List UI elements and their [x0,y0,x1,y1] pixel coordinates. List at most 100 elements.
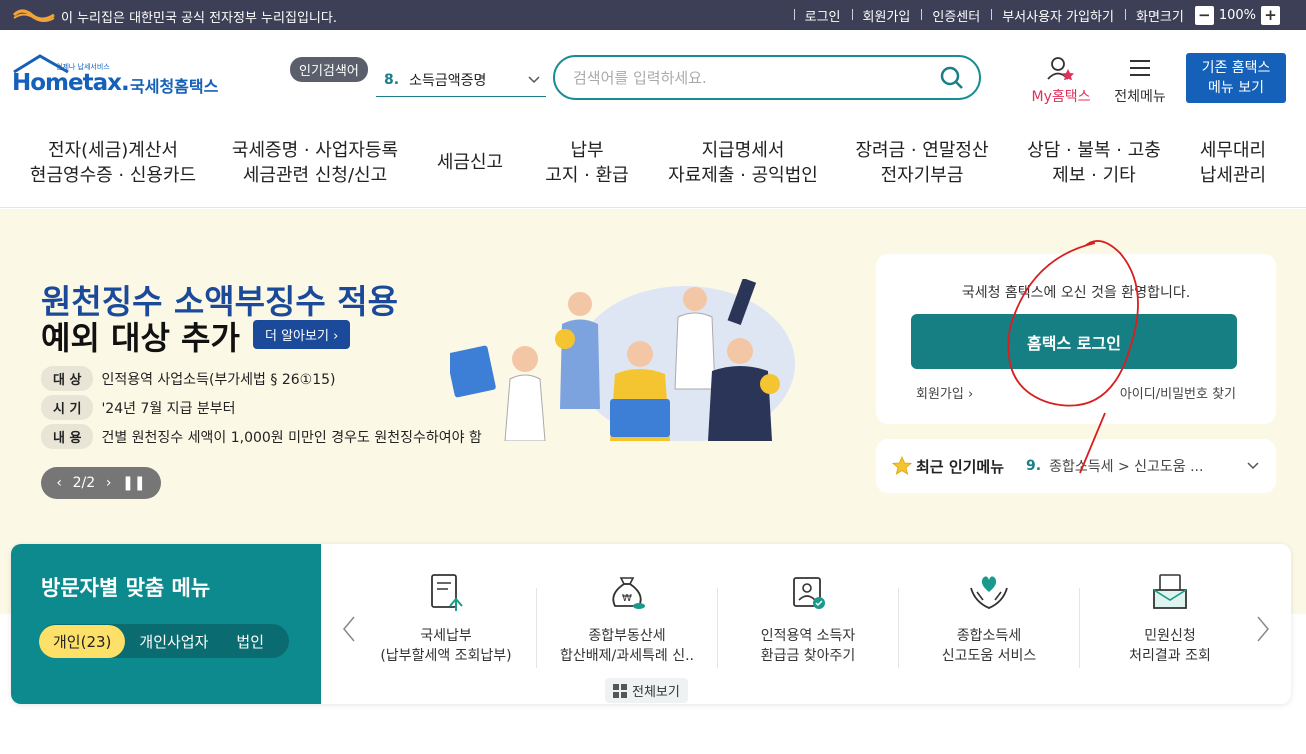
popular-rank: 8. [384,71,400,88]
nav-line1: 지급명세서 [701,140,785,161]
nav-line2: 현금영수증 · 신용카드 [29,165,197,186]
svg-text:₩: ₩ [622,593,632,604]
tab-corporation[interactable]: 법인 [222,625,278,658]
search-input[interactable] [573,68,939,87]
visitor-tabs: 개인(23) 개인사업자 법인 [39,624,289,658]
hometax-login-button[interactable]: 홈택스 로그인 [911,314,1237,369]
card-income-tax-help[interactable]: 종합소득세 신고도움 서비스 [899,572,1079,666]
slide-counter: 2/2 [72,475,96,491]
gov-topbar: 이 누리집은 대한민국 공식 전자정부 누리집입니다. 로그인 회원가입 인증센… [0,0,1306,30]
nav-line1: 납부 [570,140,604,161]
nav-tax-agent[interactable]: 세무대리 납세관리 [1200,138,1266,188]
user-icon [1047,57,1074,81]
welcome-text: 국세청 홈택스에 오신 것을 환영합니다. [961,285,1191,301]
info-row-period: 시 기 '24년 7월 지급 분부터 [41,395,236,420]
carousel-next-icon[interactable] [1253,614,1273,644]
card-comprehensive-property-tax[interactable]: ₩ 종합부동산세 합산배제/과세특례 신.. [537,572,717,666]
office-workers-illustration [450,279,795,441]
next-slide-button[interactable]: › [106,475,112,491]
hero-title-line2: 예외 대상 추가 [41,319,240,357]
tab-sole-proprietor[interactable]: 개인사업자 [125,625,222,658]
popular-term: 소득금액증명 [409,72,487,89]
card-line2: 합산배제/과세특례 신.. [560,648,694,664]
pause-button[interactable]: ❚❚ [122,475,145,491]
cert-center-link[interactable]: 인증센터 [921,6,991,25]
visitor-menu-header: 방문자별 맞춤 메뉴 개인(23) 개인사업자 법인 [11,544,321,704]
dept-user-join-link[interactable]: 부서사용자 가입하기 [991,6,1125,25]
search-icon[interactable] [939,65,965,91]
document-upload-icon [431,574,463,611]
nav-incentive[interactable]: 장려금 · 연말정산 전자기부금 [855,138,988,188]
card-line1: 국세납부 [420,628,472,644]
nav-line2: 자료제출 · 공익법인 [668,165,818,186]
learn-more-button[interactable]: 더 알아보기 › [253,320,351,349]
nav-consult[interactable]: 상담 · 불복 · 고충 제보 · 기타 [1027,138,1161,188]
hometax-logo[interactable]: 언제나 납세서비스 Hometax. 국세청홈택스 [12,54,227,104]
all-menu-button[interactable]: 전체메뉴 [1108,56,1172,106]
info-tag: 내 용 [41,424,94,449]
card-tax-payment[interactable]: 국세납부 (납부할세액 조회납부) [356,572,536,666]
info-text: '24년 7월 지급 분부터 [101,400,236,417]
info-tag: 시 기 [41,395,94,420]
info-row-content: 내 용 건별 원천징수 세액이 1,000원 미만인 경우도 원천징수하여야 함 [41,424,482,449]
nav-line1: 세금신고 [436,152,504,173]
nav-line1: 전자(세금)계산서 [48,140,178,161]
nav-line2: 고지 · 환급 [545,165,629,186]
find-id-password-link[interactable]: 아이디/비밀번호 찾기 [1120,383,1236,402]
signup-link[interactable]: 회원가입 › [916,383,973,402]
zoom-in-button[interactable]: + [1261,5,1280,25]
money-bag-icon: ₩ [612,577,645,609]
info-text: 건별 원천징수 세액이 1,000원 미만인 경우도 원천징수하여야 함 [101,429,482,446]
login-link[interactable]: 로그인 [793,6,852,25]
nav-tax-report[interactable]: 세금신고 [437,150,503,175]
old-btn-line2: 메뉴 보기 [1208,80,1264,96]
card-civil-petition[interactable]: 민원신청 처리결과 조회 [1080,572,1260,666]
my-label: My [1031,89,1052,105]
card-line1: 민원신청 [1144,628,1196,644]
logo-main-text: Hometax. [12,70,130,96]
chevron-down-icon[interactable] [1246,458,1260,472]
nav-line1: 국세증명 · 사업자등록 [231,140,399,161]
view-all-button[interactable]: 전체보기 [605,678,688,703]
hometax-label: 홈택스 [1051,89,1091,105]
heart-hands-icon [970,576,1008,609]
nav-line1: 장려금 · 연말정산 [855,140,989,161]
card-line1: 인적용역 소득자 [760,628,856,644]
user-badge-icon [793,577,825,609]
logo-korean-text: 국세청홈택스 [130,77,219,96]
info-text: 인적용역 사업소득(부가세법 § 26①15) [101,371,336,388]
chevron-down-icon [528,76,540,84]
hamburger-icon [1130,60,1150,76]
login-panel: 국세청 홈택스에 오신 것을 환영합니다. 홈택스 로그인 회원가입 › 아이디… [876,254,1276,424]
recent-title: 최근 인기메뉴 [916,457,1005,476]
nav-line1: 상담 · 불복 · 고충 [1027,140,1161,161]
popular-search-select[interactable]: 8. 소득금액증명 [376,63,546,97]
banner-pager: ‹ 2/2 › ❚❚ [41,467,161,499]
old-hometax-menu-button[interactable]: 기존 홈택스 메뉴 보기 [1186,53,1286,103]
zoom-value: 100% [1218,7,1256,23]
zoom-out-button[interactable]: − [1194,5,1214,25]
recent-rank: 9. [1026,458,1042,474]
nav-certificate[interactable]: 국세증명 · 사업자등록 세금관련 신청/신고 [232,138,398,188]
site-header: 언제나 납세서비스 Hometax. 국세청홈택스 인기검색어 8. 소득금액증… [0,30,1306,122]
nav-line1: 세무대리 [1199,140,1267,161]
nav-e-invoice[interactable]: 전자(세금)계산서 현금영수증 · 신용카드 [30,138,196,188]
nav-payment[interactable]: 납부 고지 · 환급 [545,138,628,188]
search-bar [553,55,981,100]
tab-individual[interactable]: 개인(23) [39,624,126,658]
card-line2: (납부할세액 조회납부) [380,648,512,664]
gov-notice: 이 누리집은 대한민국 공식 전자정부 누리집입니다. [61,11,337,26]
join-link[interactable]: 회원가입 [851,6,922,25]
grid-icon [613,683,627,698]
info-tag: 대 상 [41,366,94,391]
prev-slide-button[interactable]: ‹ [56,475,62,491]
utility-links: 로그인 회원가입 인증센터 부서사용자 가입하기 화면크기 − 100% + [793,0,1280,30]
card-line2: 환급금 찾아주기 [760,648,856,664]
screen-size-label: 화면크기 [1124,6,1195,25]
card-refund-finder[interactable]: 인적용역 소득자 환급금 찾아주기 [718,572,898,666]
my-hometax-button[interactable]: My홈택스 [1026,56,1096,106]
card-line1: 종합부동산세 [588,628,666,644]
nav-payment-statement[interactable]: 지급명세서 자료제출 · 공익법인 [668,138,818,188]
egov-logo-icon [12,9,55,22]
recent-popular-menu[interactable]: 최근 인기메뉴 9. 종합소득세 > 신고도움 ... [876,439,1276,493]
